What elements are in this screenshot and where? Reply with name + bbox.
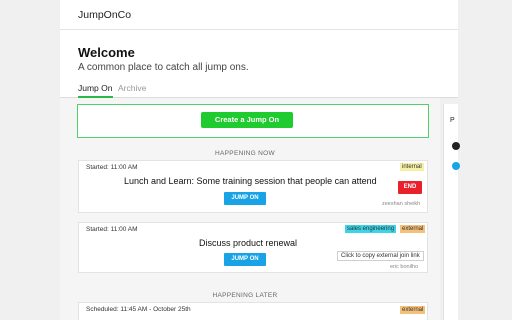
tag-external: external xyxy=(400,306,426,314)
side-panel xyxy=(443,104,458,320)
side-panel-letter: P xyxy=(450,117,455,124)
section-happening-later: HAPPENING LATER xyxy=(212,292,278,299)
left-gutter xyxy=(0,0,60,320)
card-start-time: Started: 11:00 AM xyxy=(86,164,138,171)
tag-internal: internal xyxy=(400,163,424,171)
brand-logo[interactable]: JumpOnCo xyxy=(78,9,131,21)
card-author: zeeshan sheikh xyxy=(382,201,421,207)
tab-jump-on[interactable]: Jump On xyxy=(78,83,113,98)
tag-sales-engineering: sales engineering xyxy=(345,225,397,233)
page-subtitle: A common place to catch all jump ons. xyxy=(78,62,249,73)
create-jump-on-button[interactable]: Create a Jump On xyxy=(201,112,293,128)
section-happening-now: HAPPENING NOW xyxy=(215,150,275,157)
jump-on-button[interactable]: JUMP ON xyxy=(224,192,266,205)
page-title: Welcome xyxy=(78,45,135,60)
card-start-time: Started: 11:00 AM xyxy=(86,226,138,233)
right-gutter xyxy=(458,0,512,320)
jump-on-button[interactable]: JUMP ON xyxy=(224,253,266,266)
end-button[interactable]: END xyxy=(398,181,422,194)
card-title: Lunch and Learn: Some training session t… xyxy=(124,176,377,186)
card-author: eric bonilho xyxy=(390,264,419,270)
copy-external-link-button[interactable]: Click to copy external join link xyxy=(337,251,424,261)
avatar-dot[interactable] xyxy=(452,142,460,150)
card-title: Discuss product renewal xyxy=(199,238,298,248)
tag-external: external xyxy=(400,225,426,233)
avatar-dot[interactable] xyxy=(452,162,460,170)
tab-archive[interactable]: Archive xyxy=(118,83,146,96)
card-start-time: Scheduled: 11:45 AM - October 25th xyxy=(86,306,191,313)
